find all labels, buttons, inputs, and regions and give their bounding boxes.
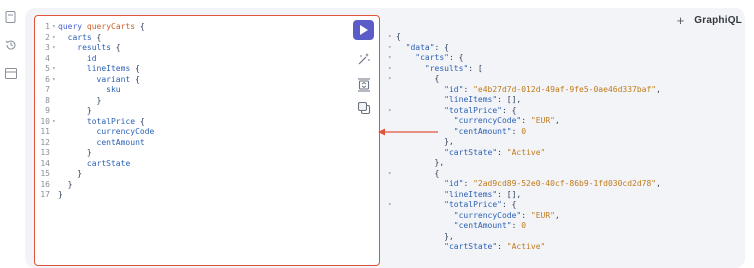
code-text: } bbox=[58, 179, 73, 189]
history-icon[interactable] bbox=[4, 38, 17, 51]
line-number: 1 bbox=[45, 22, 50, 31]
result-text: "currencyCode": "EUR", bbox=[453, 210, 560, 220]
line-number: 13 bbox=[40, 148, 50, 157]
line-number: 5 bbox=[45, 64, 50, 73]
result-text: { bbox=[396, 32, 401, 41]
result-text: { bbox=[396, 74, 440, 83]
play-icon bbox=[360, 25, 368, 35]
merge-fragments-button[interactable] bbox=[357, 78, 371, 92]
code-text: centAmount bbox=[96, 137, 145, 147]
result-text: }, bbox=[396, 158, 445, 167]
run-query-button[interactable] bbox=[353, 20, 374, 40]
fold-toggle[interactable]: ▾ bbox=[52, 22, 56, 33]
fold-toggle[interactable]: ▾ bbox=[388, 43, 392, 54]
code-text: carts { bbox=[67, 32, 102, 42]
result-text: "data": { bbox=[405, 42, 449, 52]
code-text: } bbox=[58, 190, 63, 199]
code-text: sku bbox=[106, 85, 121, 94]
result-text: "totalPrice": { bbox=[444, 200, 517, 209]
line-number: 17 bbox=[40, 190, 50, 199]
line-number: 10 bbox=[40, 116, 50, 126]
code-text: currencyCode bbox=[96, 127, 155, 136]
app-logo: GraphiQL bbox=[694, 15, 742, 26]
fold-toggle[interactable]: ▾ bbox=[52, 75, 56, 86]
code-text: id bbox=[86, 53, 97, 63]
query-editor[interactable]: 1 ▾ query queryCarts {2 ▾ carts {3 ▾ results… bbox=[34, 15, 380, 266]
result-text: "id": "2ad9cd89-52e0-40cf-86b9-1fd030cd2… bbox=[444, 179, 661, 188]
code-text: lineItems { bbox=[86, 64, 140, 73]
result-text: "cartState": "Active" bbox=[444, 242, 546, 251]
fold-toggle[interactable]: ▾ bbox=[388, 200, 392, 211]
add-tab-button[interactable]: + bbox=[677, 14, 685, 27]
fold-toggle[interactable]: ▾ bbox=[388, 32, 392, 43]
result-text: { bbox=[396, 168, 440, 178]
result-text: "centAmount": 0 bbox=[453, 221, 527, 230]
result-text: "centAmount": 0 bbox=[453, 126, 527, 136]
result-text: }, bbox=[396, 137, 454, 146]
line-number: 15 bbox=[40, 169, 50, 178]
result-text: "lineItems": [], bbox=[444, 95, 522, 104]
merge-fragments-icon bbox=[358, 78, 370, 92]
code-text: results { bbox=[77, 43, 121, 52]
line-number: 11 bbox=[40, 127, 50, 136]
fold-toggle[interactable]: ▾ bbox=[388, 53, 392, 64]
line-number: 9 bbox=[45, 106, 50, 115]
code-text: query queryCarts { bbox=[58, 22, 145, 31]
line-number: 14 bbox=[40, 158, 50, 168]
line-number: 3 bbox=[45, 43, 50, 52]
line-number: 6 bbox=[45, 74, 50, 84]
result-text: "results": [ bbox=[424, 63, 483, 73]
code-text: variant { bbox=[96, 74, 140, 84]
magic-wand-icon bbox=[358, 53, 370, 65]
result-text: "carts": { bbox=[415, 53, 464, 62]
line-number: 4 bbox=[45, 53, 50, 63]
result-text: "cartState": "Active" bbox=[444, 147, 546, 157]
prettify-button[interactable] bbox=[357, 52, 371, 66]
code-text: } bbox=[58, 106, 92, 115]
line-number: 7 bbox=[45, 85, 50, 94]
sidebar bbox=[0, 0, 22, 268]
line-number: 2 bbox=[45, 32, 50, 42]
code-text: } bbox=[58, 95, 102, 105]
copy-query-button[interactable] bbox=[357, 101, 371, 115]
code-text: } bbox=[58, 169, 83, 178]
fold-toggle[interactable]: ▾ bbox=[52, 64, 56, 75]
result-text: }, bbox=[396, 231, 454, 241]
line-number: 8 bbox=[45, 95, 50, 105]
file-icon[interactable] bbox=[4, 10, 17, 23]
explorer-icon[interactable] bbox=[4, 67, 17, 80]
line-number: 16 bbox=[40, 179, 50, 189]
fold-toggle[interactable]: ▾ bbox=[388, 74, 392, 85]
fold-toggle[interactable]: ▾ bbox=[388, 64, 392, 75]
fold-toggle[interactable]: ▾ bbox=[388, 169, 392, 180]
result-text: "totalPrice": { bbox=[444, 105, 517, 115]
result-text: "id": "e4b27d7d-012d-49af-9fe5-0ae46d337… bbox=[444, 84, 661, 94]
fold-toggle[interactable]: ▾ bbox=[52, 43, 56, 54]
header: + GraphiQL bbox=[677, 14, 742, 27]
copy-icon bbox=[357, 101, 371, 115]
code-text: } bbox=[58, 148, 92, 157]
line-number: 12 bbox=[40, 137, 50, 147]
code-text: cartState bbox=[86, 158, 131, 168]
fold-toggle[interactable]: ▾ bbox=[388, 106, 392, 117]
fold-toggle[interactable]: ▾ bbox=[52, 33, 56, 44]
code-text: totalPrice { bbox=[86, 116, 145, 126]
fold-toggle[interactable]: ▾ bbox=[52, 117, 56, 128]
result-text: "currencyCode": "EUR", bbox=[453, 116, 560, 125]
result-text: "lineItems": [], bbox=[444, 189, 522, 199]
